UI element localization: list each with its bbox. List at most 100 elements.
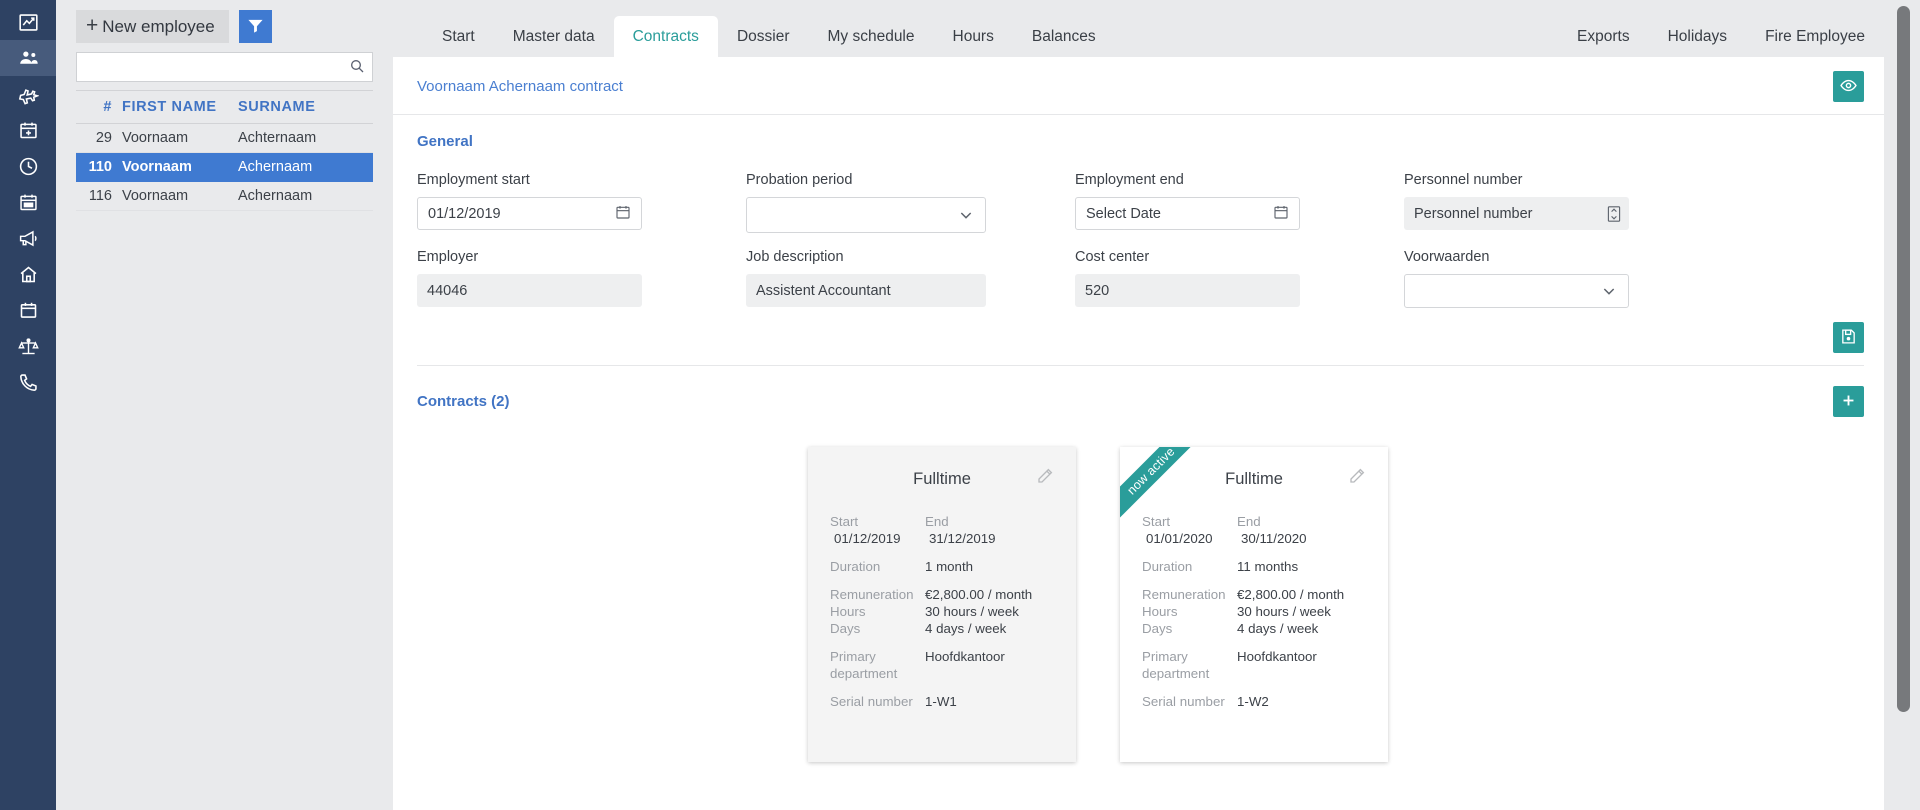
job-description-value-box: Assistent Accountant <box>746 274 986 307</box>
employee-number: 116 <box>88 188 112 204</box>
column-header-surname: SURNAME <box>238 99 316 115</box>
save-floppy-icon <box>1840 328 1857 348</box>
rail-item-scales-balance[interactable] <box>0 328 56 364</box>
plus-icon <box>1840 392 1857 412</box>
contract-detail-key: Duration <box>830 559 881 574</box>
employee-surname: Achernaam <box>238 188 313 204</box>
employee-row[interactable]: 29 Voornaam Achternaam <box>76 124 373 153</box>
new-employee-button[interactable]: + New employee <box>76 10 229 43</box>
breadcrumb-bar: Voornaam Achernaam contract <box>393 57 1884 115</box>
employee-row[interactable]: 116 Voornaam Achernaam <box>76 182 373 211</box>
breadcrumb: Voornaam Achernaam contract <box>417 78 623 95</box>
contract-detail-key: Days <box>830 621 861 636</box>
vertical-scrollbar-track[interactable] <box>1884 0 1920 810</box>
rail-item-clock[interactable] <box>0 148 56 184</box>
employee-list-header: # FIRST NAME SURNAME <box>76 91 373 124</box>
number-spinner-icon[interactable] <box>1606 205 1621 222</box>
pencil-edit-icon[interactable] <box>1036 467 1054 485</box>
voorwaarden-select[interactable] <box>1404 274 1629 308</box>
contracts-section-header: Contracts (2) <box>393 366 1884 417</box>
probation-period-select[interactable] <box>746 197 986 233</box>
employment-start-label: Employment start <box>417 172 530 188</box>
calendar-icon[interactable] <box>1273 204 1289 224</box>
tab-dossier[interactable]: Dossier <box>718 16 809 57</box>
filter-button[interactable] <box>238 10 272 43</box>
contract-detail-row: Primary department Hoofdkantoor <box>1142 648 1366 682</box>
employment-start-value: 01/12/2019 <box>428 205 501 222</box>
preview-button[interactable] <box>1833 71 1864 102</box>
contract-detail-value: 1-W2 <box>1237 694 1269 709</box>
contract-detail-value: 4 days / week <box>925 621 1007 636</box>
rail-item-calendar-grid[interactable] <box>0 184 56 220</box>
contract-detail-row: Remuneration €2,800.00 / month <box>1142 586 1366 603</box>
contract-card[interactable]: now active Fulltime Start 01/01/2020 End 30/1… <box>1120 447 1388 762</box>
employment-end-input[interactable]: Select Date <box>1075 197 1300 230</box>
rail-item-megaphone[interactable] <box>0 220 56 256</box>
contract-end-value: 31/12/2019 <box>929 531 996 546</box>
rail-item-analytics-chart[interactable] <box>0 4 56 40</box>
rail-item-calendar-plus[interactable] <box>0 112 56 148</box>
contract-start-end: Start 01/01/2020 End 30/11/2020 <box>1142 513 1366 547</box>
employer-value: 44046 <box>427 282 468 299</box>
calendar-blank-icon <box>18 300 39 321</box>
contract-card[interactable]: Fulltime Start 01/12/2019 End 31/12/2019 Dura… <box>808 447 1076 762</box>
tab-contracts[interactable]: Contracts <box>613 16 718 57</box>
tab-balances[interactable]: Balances <box>1013 16 1115 57</box>
scales-balance-icon <box>17 336 39 357</box>
search-icon <box>349 58 365 74</box>
general-section-title: General <box>417 133 473 150</box>
analytics-chart-icon <box>18 12 39 33</box>
save-button[interactable] <box>1833 322 1864 353</box>
application-window: + New employee # FIRST NAME SURNAME 29 Vo… <box>0 0 1920 810</box>
contract-detail-value: 4 days / week <box>1237 621 1319 636</box>
field-employment-end: Employment end Select Date <box>1075 160 1404 233</box>
add-contract-button[interactable] <box>1833 386 1864 417</box>
contract-card-list: Fulltime Start 01/12/2019 End 31/12/2019 Dura… <box>393 417 1884 762</box>
main-column: Start Master data Contracts Dossier My sched… <box>393 0 1920 810</box>
eye-icon <box>1840 77 1857 97</box>
contract-card-body: Start 01/12/2019 End 31/12/2019 Duration 1 mo… <box>830 493 1054 710</box>
tab-start[interactable]: Start <box>423 16 494 57</box>
cost-center-label: Cost center <box>1075 249 1150 265</box>
search-input[interactable] <box>76 52 373 82</box>
contract-detail-row: Serial number 1-W1 <box>830 693 1054 710</box>
field-personnel-number: Personnel number Personnel number <box>1404 160 1860 233</box>
employment-start-input[interactable]: 01/12/2019 <box>417 197 642 230</box>
contract-detail-value: 1-W1 <box>925 694 957 709</box>
contract-detail-key: Remuneration <box>830 587 914 602</box>
contract-card-header: Fulltime <box>1142 465 1366 493</box>
voorwaarden-label: Voorwaarden <box>1404 249 1490 265</box>
tab-fire-employee[interactable]: Fire Employee <box>1746 16 1884 57</box>
rail-item-people-users[interactable] <box>0 40 56 76</box>
employee-first-name: Voornaam <box>122 130 189 146</box>
tab-my-schedule[interactable]: My schedule <box>808 16 933 57</box>
tab-exports[interactable]: Exports <box>1558 16 1649 57</box>
tab-holidays[interactable]: Holidays <box>1649 16 1746 57</box>
pencil-edit-icon[interactable] <box>1348 467 1366 485</box>
employee-row[interactable]: 110 Voornaam Achernaam <box>76 153 373 182</box>
contract-card-body: Start 01/01/2020 End 30/11/2020 Duration 11 m… <box>1142 493 1366 710</box>
tab-master-data[interactable]: Master data <box>494 16 614 57</box>
vertical-scrollbar-thumb[interactable] <box>1897 6 1910 712</box>
tab-hours[interactable]: Hours <box>934 16 1013 57</box>
job-description-label: Job description <box>746 249 844 265</box>
clock-icon <box>18 156 39 177</box>
employer-label: Employer <box>417 249 479 265</box>
contract-end: End 30/11/2020 <box>1237 513 1332 547</box>
column-header-number: # <box>103 99 112 115</box>
contract-end-label: End <box>1237 514 1261 529</box>
contract-start-value: 01/12/2019 <box>834 531 901 546</box>
field-voorwaarden: Voorwaarden <box>1404 237 1860 308</box>
contract-detail-row: Duration 11 months <box>1142 558 1366 575</box>
contract-detail-value: Hoofdkantoor <box>925 649 1005 664</box>
personnel-number-input[interactable]: Personnel number <box>1404 197 1629 230</box>
calendar-icon[interactable] <box>615 204 631 224</box>
contract-detail-key: Days <box>1142 621 1173 636</box>
rail-item-phone[interactable] <box>0 364 56 400</box>
contract-start-end: Start 01/12/2019 End 31/12/2019 <box>830 513 1054 547</box>
rail-item-calendar-blank[interactable] <box>0 292 56 328</box>
rail-item-airplane[interactable] <box>0 76 56 112</box>
rail-item-home[interactable] <box>0 256 56 292</box>
